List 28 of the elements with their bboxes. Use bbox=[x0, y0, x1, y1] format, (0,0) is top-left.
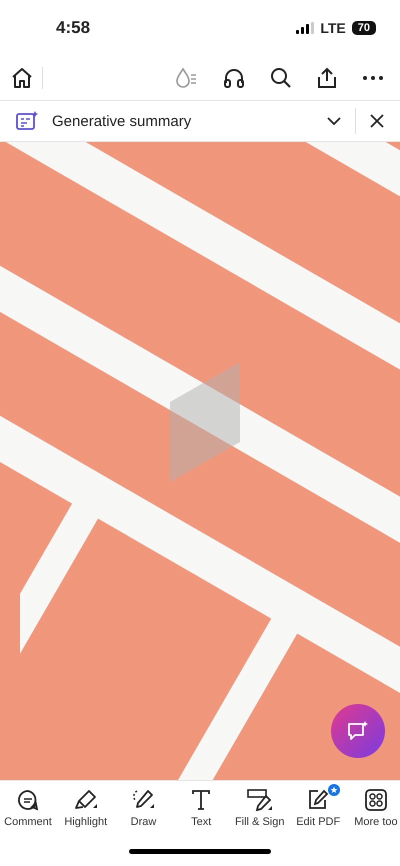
text-tool-icon bbox=[191, 789, 212, 811]
edit-icon bbox=[306, 788, 330, 812]
tool-button[interactable]: Comment bbox=[4, 781, 52, 837]
tool-button[interactable]: Edit PDF bbox=[294, 781, 342, 837]
network-label: LTE bbox=[320, 20, 346, 36]
share-icon[interactable] bbox=[316, 67, 338, 89]
headphones-icon[interactable] bbox=[222, 67, 246, 89]
summary-title[interactable]: Generative summary bbox=[52, 112, 192, 130]
tool-button[interactable]: Text bbox=[177, 781, 226, 837]
chat-sparkle-icon bbox=[347, 721, 369, 741]
search-icon[interactable] bbox=[270, 67, 292, 89]
home-icon[interactable] bbox=[10, 67, 34, 89]
tool-button[interactable]: Draw bbox=[119, 781, 168, 837]
tool-button[interactable]: More too bbox=[352, 781, 400, 837]
grid-icon bbox=[364, 788, 388, 812]
sign-icon bbox=[246, 788, 273, 812]
status-time: 4:58 bbox=[56, 18, 90, 38]
comment-icon bbox=[16, 788, 40, 812]
highlighter-icon bbox=[74, 788, 98, 812]
tool-button[interactable]: Highlight bbox=[62, 781, 110, 837]
battery-level: 70 bbox=[352, 21, 376, 35]
summary-icon bbox=[16, 111, 38, 131]
drop-icon[interactable] bbox=[174, 67, 198, 89]
more-icon[interactable] bbox=[362, 75, 384, 81]
tool-button[interactable]: Fill & Sign bbox=[234, 781, 284, 837]
close-icon[interactable] bbox=[370, 114, 384, 128]
signal-icon bbox=[296, 22, 314, 34]
chevron-down-icon[interactable] bbox=[327, 117, 341, 125]
